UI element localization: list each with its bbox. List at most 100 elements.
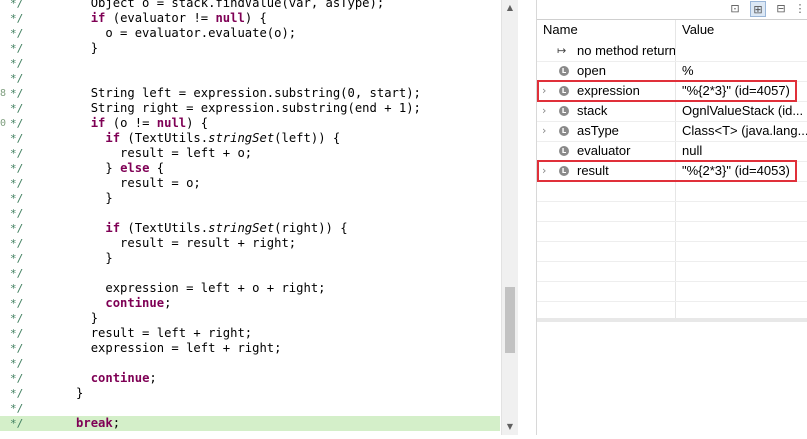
code-keyword: null [156,116,187,130]
variable-row[interactable]: Levaluator null [537,141,807,162]
code-line[interactable]: */ } [0,386,500,401]
line-gutter[interactable]: */ [0,56,23,71]
line-gutter[interactable]: */ [0,266,24,281]
code-line[interactable]: */ [0,71,500,86]
scroll-up-arrow-icon[interactable]: ▲ [502,0,518,16]
empty-row [537,281,807,302]
variable-row[interactable]: › Lstack OgnlValueStack (id... [537,101,807,122]
variables-toolbar: ⊡ ⊞ ⊟ ⋮ [518,0,807,19]
variable-row[interactable]: › LasType Class<T> (java.lang.... [537,121,807,142]
code-line[interactable]: */ expression = left + right; [0,341,500,356]
code-token: (left)) { [274,131,341,145]
code-line[interactable]: */ } [0,251,500,266]
highlight-box [537,80,797,102]
code-line[interactable]: */ } else { [0,161,500,176]
code-line[interactable]: */ [0,356,500,371]
variable-row[interactable]: Lopen% [537,61,807,82]
line-gutter[interactable]: */ [0,131,24,146]
code-token: ; [112,416,121,430]
line-gutter[interactable]: */ [0,191,23,206]
line-gutter[interactable]: */ [0,416,23,431]
variable-detail-pane[interactable] [537,318,807,439]
code-line[interactable]: */ } [0,191,500,206]
code-line[interactable]: */ if (TextUtils.stringSet(right)) { [0,221,500,236]
code-token: String right = expression.substring(end … [32,101,421,115]
expand-chevron-icon[interactable]: › [542,124,552,137]
line-gutter[interactable]: */ [0,341,23,356]
code-line[interactable]: */ if (TextUtils.stringSet(left)) { [0,131,500,146]
view-menu-icon[interactable]: ⋮ [792,1,807,17]
line-gutter[interactable]: */ [0,326,23,341]
expand-chevron-icon[interactable]: › [542,104,552,117]
code-line[interactable]: */ } [0,311,500,326]
line-gutter[interactable]: */ [0,401,23,416]
scrollbar-thumb[interactable] [505,287,515,353]
line-gutter[interactable]: */ [0,0,23,11]
code-editor[interactable]: */ Object o = stack.findValue(var, asTyp… [0,0,500,435]
line-gutter[interactable]: */ [0,206,23,221]
show-logical-structure-icon[interactable]: ⊞ [750,1,766,17]
code-text: if (o != null) { [32,116,208,131]
line-comment-marker: */ [10,132,24,145]
code-text: expression = left + right; [32,341,282,356]
collapse-all-icon[interactable]: ⊟ [773,1,789,17]
line-gutter[interactable]: */ [0,146,24,161]
line-gutter[interactable]: */ [0,236,23,251]
line-gutter[interactable]: */ [0,176,23,191]
show-type-names-icon[interactable]: ⊡ [727,1,743,17]
line-gutter[interactable]: */ [0,386,23,401]
line-gutter[interactable]: */ [0,356,23,371]
line-gutter[interactable]: */ [0,101,23,116]
code-line[interactable]: */ result = left + o; [0,146,500,161]
code-keyword: null [215,11,245,25]
line-gutter[interactable]: */ [0,251,23,266]
line-gutter[interactable]: */ [0,371,23,386]
editor-vertical-scrollbar[interactable]: ▲ ▼ [501,0,518,435]
code-keyword: continue [105,296,165,310]
code-line[interactable]: */ String right = expression.substring(e… [0,101,500,116]
line-comment-marker: */ [10,147,24,160]
code-line[interactable]: */ if (evaluator != null) { [0,11,500,26]
line-gutter[interactable]: */ [0,41,23,56]
current-code-line[interactable]: */ break; [0,416,500,431]
line-gutter[interactable]: */ [0,11,23,26]
code-line[interactable]: 8 */ String left = expression.substring(0… [0,86,500,101]
column-header-value[interactable]: Value [682,20,714,40]
variable-row[interactable]: ↦ no method return [537,41,807,62]
variables-table[interactable]: Name Value ↦ no method return Lopen% › Lexpr… [537,19,807,322]
scroll-down-arrow-icon[interactable]: ▼ [502,419,518,435]
code-line[interactable]: */ result = left + right; [0,326,500,341]
local-variable-icon: L [559,126,569,136]
code-token: stringSet [208,131,275,145]
local-variable-icon: L [559,66,569,76]
line-gutter[interactable]: */ [0,311,23,326]
code-token: ) { [244,11,267,25]
column-header-name[interactable]: Name [543,20,578,40]
code-line[interactable]: */ [0,401,500,416]
code-line[interactable]: */ } [0,41,500,56]
code-line[interactable]: */ [0,206,500,221]
code-line[interactable]: */ [0,56,500,71]
highlight-box [537,160,797,182]
code-line[interactable]: */ expression = left + o + right; [0,281,500,296]
code-line[interactable]: 0 */ if (o != null) { [0,116,500,131]
line-gutter[interactable]: 8 */ [0,86,23,101]
code-line[interactable]: */ continue; [0,296,500,311]
variable-value: Class<T> (java.lang.... [682,123,807,138]
code-line[interactable]: */ [0,266,500,281]
line-comment-marker: */ [10,267,24,280]
code-line[interactable]: */ Object o = stack.findValue(var, asTyp… [0,0,500,11]
line-gutter[interactable]: */ [0,221,23,236]
line-gutter[interactable]: */ [0,71,24,86]
code-line[interactable]: */ result = o; [0,176,500,191]
code-line[interactable]: */ result = result + right; [0,236,500,251]
line-gutter[interactable]: */ [0,296,23,311]
line-gutter[interactable]: */ [0,281,23,296]
line-gutter[interactable]: */ [0,26,23,41]
line-gutter[interactable]: 0 */ [0,116,23,131]
line-comment-marker: */ [10,72,24,85]
code-line[interactable]: */ o = evaluator.evaluate(o); [0,26,500,41]
code-line[interactable]: */ continue; [0,371,500,386]
line-gutter[interactable]: */ [0,161,23,176]
